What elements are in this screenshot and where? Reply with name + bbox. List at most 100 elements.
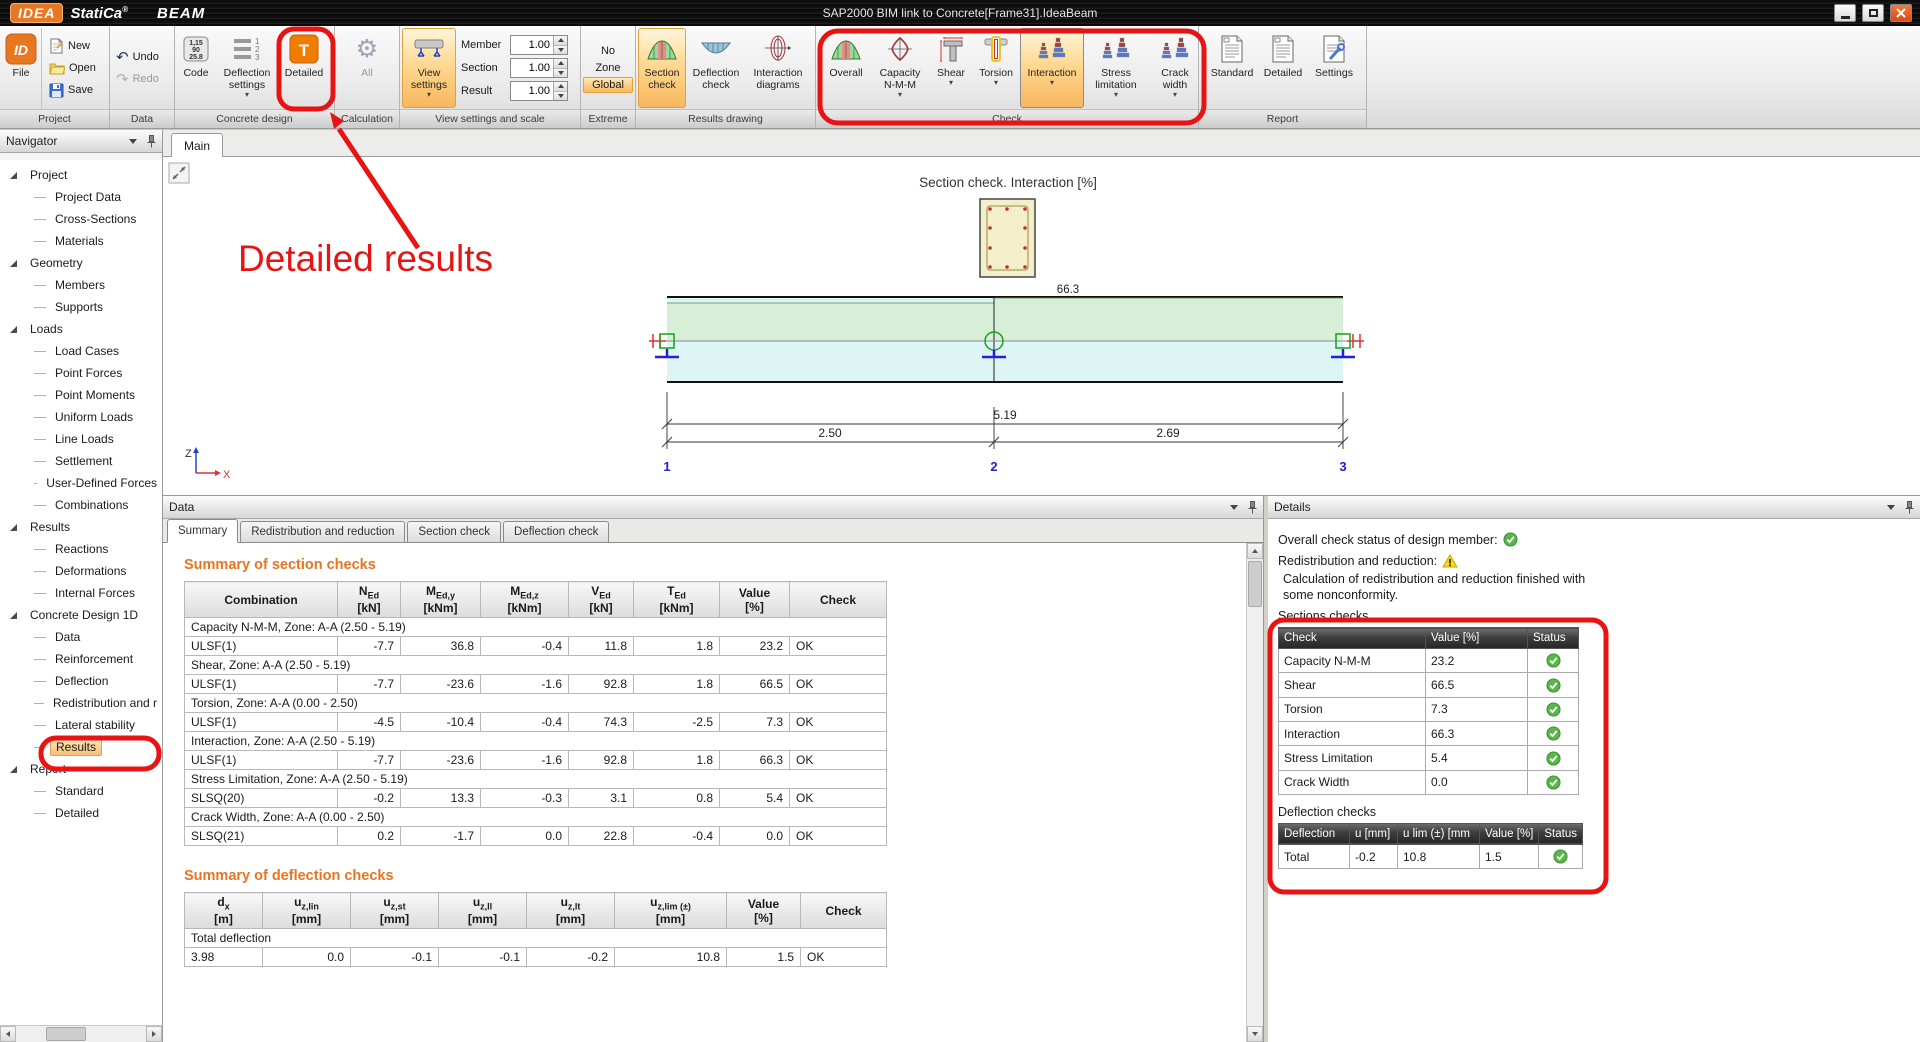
sidebar-item-redistribution-and-r[interactable]: Redistribution and r	[0, 692, 162, 714]
tab-deflection-check[interactable]: Deflection check	[503, 521, 609, 542]
member-scale-input[interactable]	[510, 35, 568, 55]
sidebar-item-uniform-loads[interactable]: Uniform Loads	[0, 406, 162, 428]
vscroll-thumb[interactable]	[1248, 561, 1262, 607]
view-settings-button[interactable]: View settings	[402, 28, 456, 108]
new-button[interactable]: New	[45, 36, 100, 56]
stress-limitation-button[interactable]: Stress limitation	[1085, 28, 1147, 108]
section-check-button[interactable]: Section check	[638, 28, 686, 108]
calculate-all-button[interactable]: ⚙ All	[348, 28, 386, 108]
section-scale-down[interactable]	[554, 68, 567, 78]
sidebar-item-reactions[interactable]: Reactions	[0, 538, 162, 560]
member-scale-up[interactable]	[554, 36, 567, 45]
open-button[interactable]: Open	[45, 58, 100, 78]
interaction-check-icon	[1035, 33, 1069, 65]
extreme-zone-button[interactable]: Zone	[586, 60, 629, 76]
sidebar-item-results[interactable]: Results	[0, 516, 162, 538]
scroll-down-button[interactable]	[1247, 1026, 1263, 1042]
save-button[interactable]: Save	[45, 80, 100, 100]
sidebar-item-point-forces[interactable]: Point Forces	[0, 362, 162, 384]
result-scale-down[interactable]	[554, 91, 567, 101]
torsion-check-button[interactable]: Torsion	[973, 28, 1019, 108]
chevron-down-icon[interactable]	[1887, 505, 1895, 510]
pin-icon[interactable]	[1248, 501, 1257, 514]
expander-icon[interactable]	[10, 326, 17, 333]
code-button[interactable]: 1,159025.8 Code	[177, 28, 215, 108]
sidebar-item-point-moments[interactable]: Point Moments	[0, 384, 162, 406]
overall-check-button[interactable]: Overall	[822, 28, 870, 108]
sidebar-item-members[interactable]: Members	[0, 274, 162, 296]
shear-check-button[interactable]: Shear	[930, 28, 972, 108]
sidebar-item-report[interactable]: Report	[0, 758, 162, 780]
undo-button[interactable]: ↶Undo	[112, 47, 163, 67]
hscroll-thumb[interactable]	[46, 1027, 86, 1041]
sidebar-item-settlement[interactable]: Settlement	[0, 450, 162, 472]
interaction-check-button[interactable]: Interaction	[1020, 28, 1084, 108]
sidebar-item-combinations[interactable]: Combinations	[0, 494, 162, 516]
section-scale-input[interactable]	[510, 58, 568, 78]
main-canvas[interactable]: Section check. Interaction [%] 66.3	[163, 157, 1920, 496]
section-scale-up[interactable]	[554, 59, 567, 68]
report-settings-button[interactable]: Settings	[1309, 28, 1359, 108]
expander-icon[interactable]	[10, 260, 17, 267]
close-button[interactable]	[1890, 4, 1912, 22]
tab-section-check[interactable]: Section check	[407, 521, 501, 542]
scroll-left-button[interactable]	[0, 1026, 16, 1042]
report-detailed-button[interactable]: Detailed	[1258, 28, 1308, 108]
details-panel-header[interactable]: Details	[1268, 496, 1920, 519]
deflection-check-button[interactable]: Deflection check	[687, 28, 745, 108]
file-button[interactable]: ID File	[2, 28, 40, 108]
interaction-diagrams-button[interactable]: Interaction diagrams	[746, 28, 810, 108]
tab-redistribution-and-reduction[interactable]: Redistribution and reduction	[240, 521, 405, 542]
sidebar-item-load-cases[interactable]: Load Cases	[0, 340, 162, 362]
minimize-button[interactable]	[1834, 4, 1856, 22]
sidebar-item-user-defined-forces[interactable]: User-Defined Forces	[0, 472, 162, 494]
sidebar-item-cross-sections[interactable]: Cross-Sections	[0, 208, 162, 230]
pin-icon[interactable]	[1905, 501, 1914, 514]
expand-view-button[interactable]	[169, 163, 189, 183]
sidebar-item-project-data[interactable]: Project Data	[0, 186, 162, 208]
sidebar-item-concrete-design-1d[interactable]: Concrete Design 1D	[0, 604, 162, 626]
expander-icon[interactable]	[10, 524, 17, 531]
scroll-right-button[interactable]	[146, 1026, 162, 1042]
sidebar-item-internal-forces[interactable]: Internal Forces	[0, 582, 162, 604]
sidebar-item-line-loads[interactable]: Line Loads	[0, 428, 162, 450]
detailed-button[interactable]: T Detailed	[279, 28, 329, 108]
redo-button[interactable]: ↷Redo	[112, 69, 163, 89]
extreme-no-button[interactable]: No	[592, 43, 624, 59]
sidebar-item-loads[interactable]: Loads	[0, 318, 162, 340]
tab-summary[interactable]: Summary	[167, 519, 238, 543]
extreme-global-button[interactable]: Global	[583, 77, 633, 93]
sidebar-item-deformations[interactable]: Deformations	[0, 560, 162, 582]
sidebar-item-results[interactable]: Results	[0, 736, 162, 758]
sidebar-item-data[interactable]: Data	[0, 626, 162, 648]
sidebar-item-materials[interactable]: Materials	[0, 230, 162, 252]
crack-width-button[interactable]: Crack width	[1148, 28, 1202, 108]
sidebar-item-supports[interactable]: Supports	[0, 296, 162, 318]
result-scale-up[interactable]	[554, 82, 567, 91]
sidebar-item-geometry[interactable]: Geometry	[0, 252, 162, 274]
scroll-up-button[interactable]	[1247, 543, 1263, 559]
member-scale-down[interactable]	[554, 45, 567, 55]
sidebar-item-reinforcement[interactable]: Reinforcement	[0, 648, 162, 670]
sidebar-item-project[interactable]: Project	[0, 164, 162, 186]
chevron-down-icon[interactable]	[1230, 505, 1238, 510]
expander-icon[interactable]	[10, 172, 17, 179]
pin-icon[interactable]	[147, 135, 156, 148]
data-panel-header[interactable]: Data	[163, 496, 1263, 519]
sidebar-item-detailed[interactable]: Detailed	[0, 802, 162, 824]
sidebar-item-standard[interactable]: Standard	[0, 780, 162, 802]
sidebar-item-lateral-stability[interactable]: Lateral stability	[0, 714, 162, 736]
expander-icon[interactable]	[10, 612, 17, 619]
report-standard-button[interactable]: Standard	[1207, 28, 1257, 108]
capacity-nmm-button[interactable]: Capacity N-M-M	[871, 28, 929, 108]
data-vscrollbar[interactable]	[1246, 543, 1263, 1042]
maximize-button[interactable]	[1862, 4, 1884, 22]
navigator-hscrollbar[interactable]	[0, 1025, 162, 1042]
result-scale-input[interactable]	[510, 81, 568, 101]
expander-icon[interactable]	[10, 766, 17, 773]
deflection-settings-button[interactable]: 123 Deflection settings	[216, 28, 278, 108]
navigator-header[interactable]: Navigator	[0, 130, 162, 153]
tab-main[interactable]: Main	[171, 133, 223, 157]
chevron-down-icon[interactable]	[129, 139, 137, 144]
sidebar-item-deflection[interactable]: Deflection	[0, 670, 162, 692]
